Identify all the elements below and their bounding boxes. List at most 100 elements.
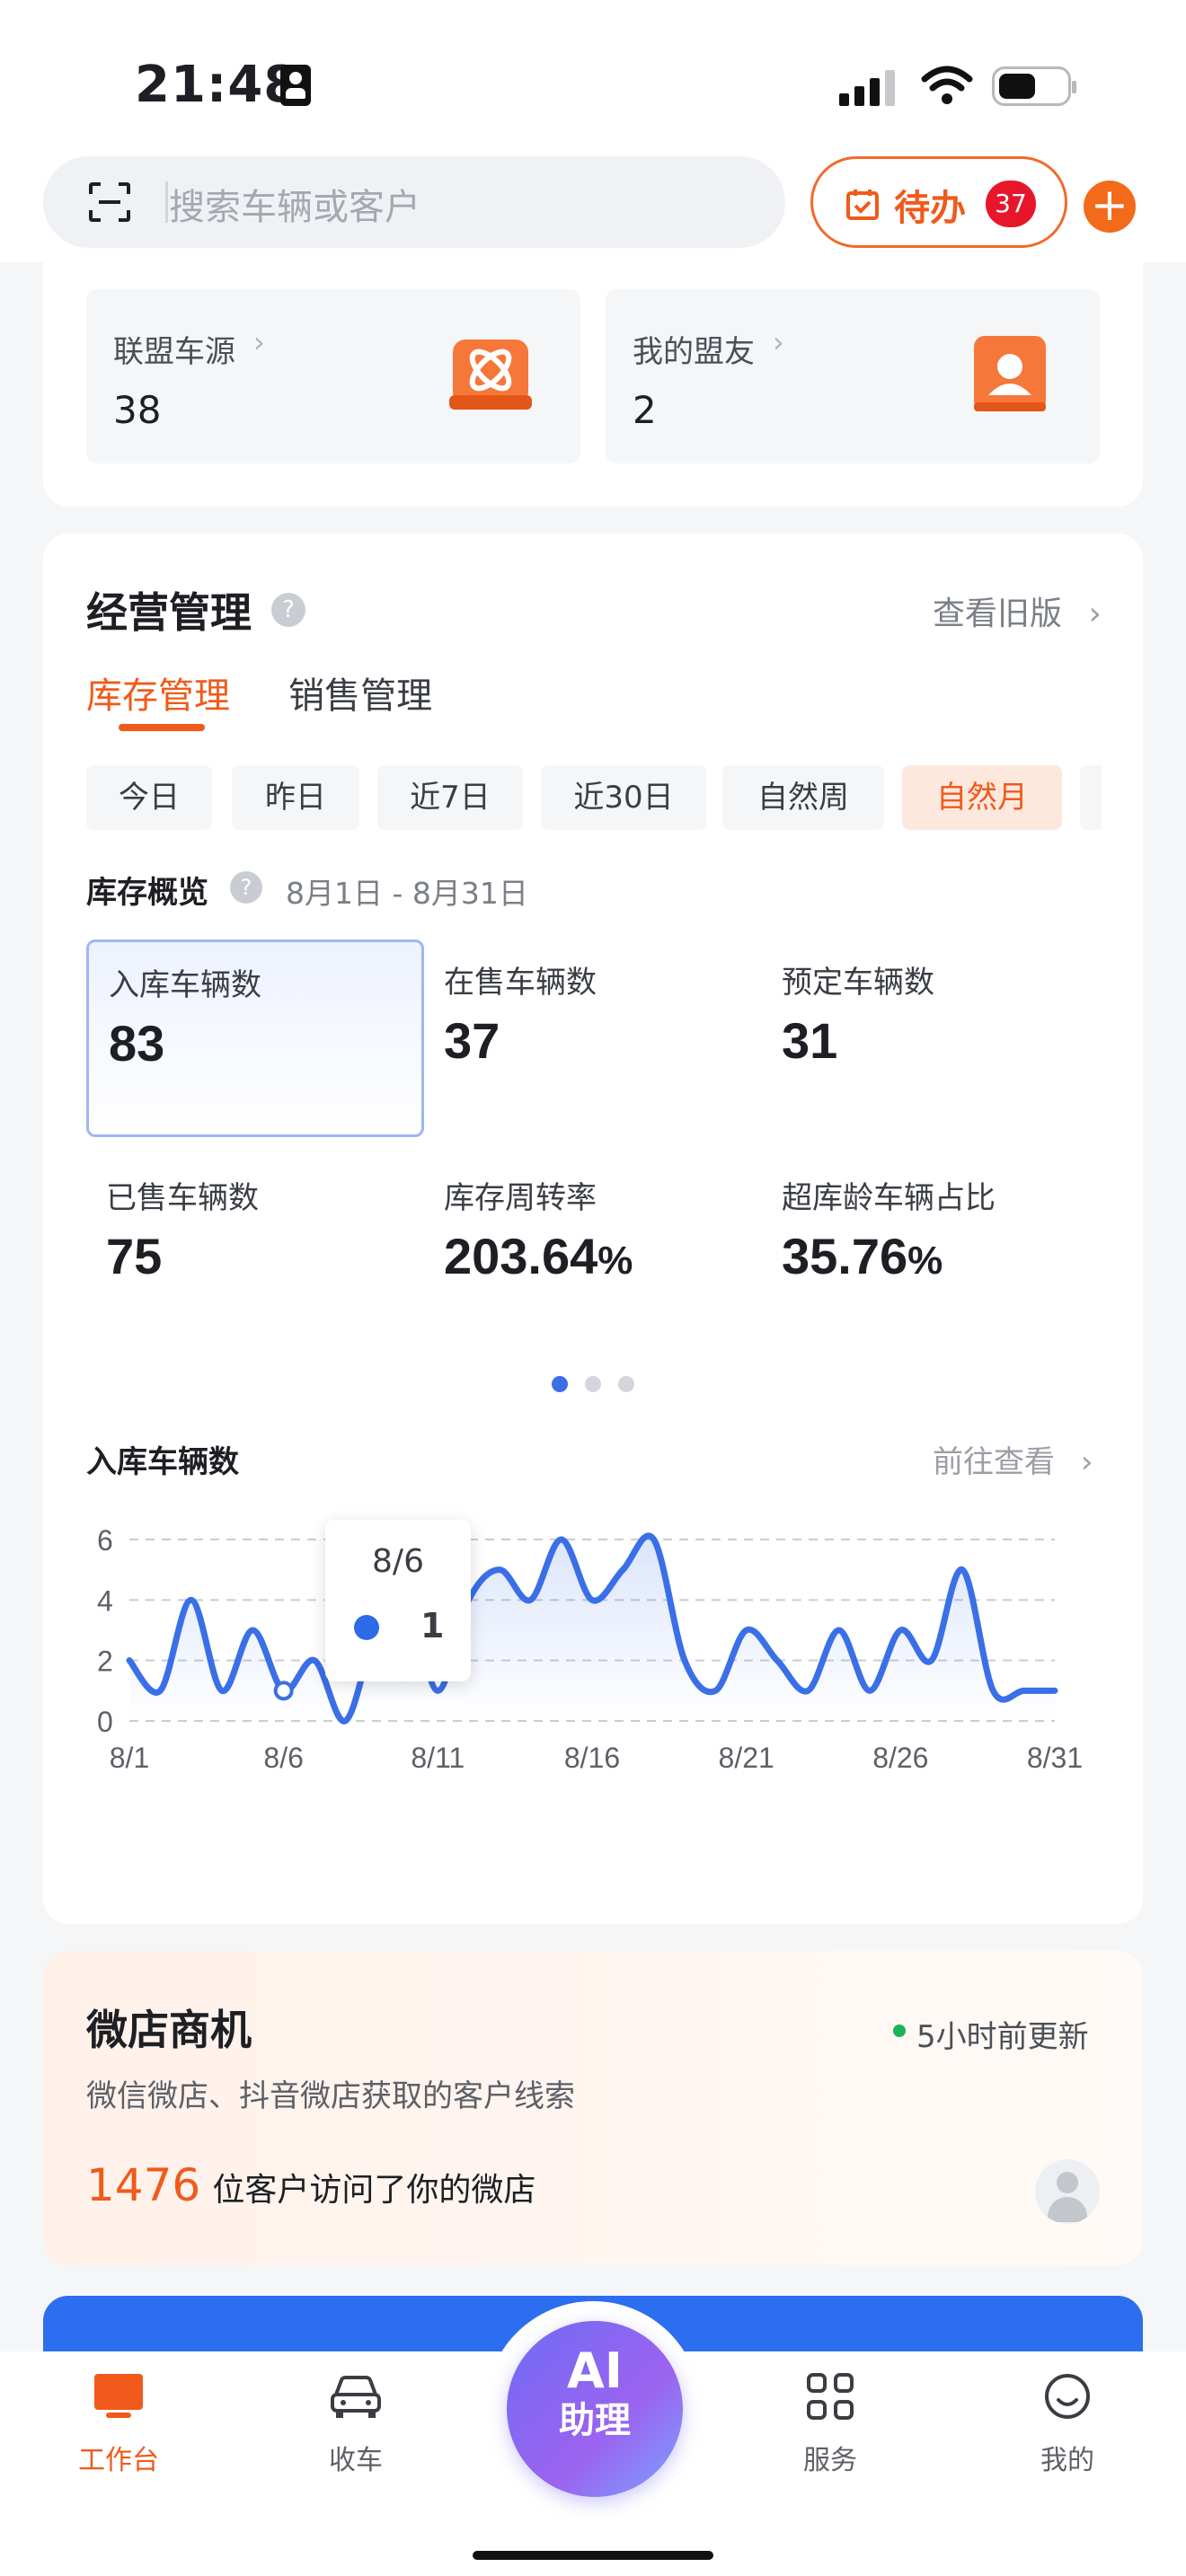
data-point bbox=[1022, 1688, 1027, 1693]
alliance-cars-label: 联盟车源 bbox=[113, 334, 235, 370]
avatar bbox=[1035, 2159, 1100, 2224]
status-bar: 21:48 bbox=[0, 0, 1186, 153]
range-more[interactable] bbox=[1080, 765, 1102, 830]
data-point bbox=[620, 1567, 625, 1573]
y-tick-label: 4 bbox=[97, 1584, 113, 1617]
data-point bbox=[990, 1688, 996, 1693]
calendar-check-icon bbox=[846, 190, 879, 220]
x-tick-label: 8/1 bbox=[110, 1742, 149, 1774]
x-tick-label: 8/16 bbox=[564, 1742, 620, 1774]
metric-reserved-card[interactable]: 预定车辆数 31 bbox=[762, 940, 1100, 1137]
y-tick-label: 6 bbox=[97, 1524, 113, 1557]
metric-label: 超库龄车辆占比 bbox=[782, 1180, 996, 1216]
range-yesterday[interactable]: 昨日 bbox=[232, 765, 359, 830]
data-point bbox=[867, 1688, 872, 1693]
alliance-cars-tile[interactable]: 联盟车源 › 38 bbox=[86, 289, 580, 463]
metric-value: 83 bbox=[109, 1015, 165, 1072]
alliance-card: 联盟车源 › 38 我的盟友 › 2 bbox=[43, 262, 1143, 507]
shop-card[interactable]: 微店商机 5小时前更新 微信微店、抖音微店获取的客户线索 1476 位客户访问了… bbox=[43, 1951, 1143, 2265]
help-icon[interactable]: ? bbox=[230, 871, 262, 904]
my-allies-value: 2 bbox=[633, 388, 657, 432]
data-point bbox=[250, 1628, 255, 1633]
metric-label: 在售车辆数 bbox=[444, 965, 597, 1001]
shop-title: 微店商机 bbox=[86, 2006, 252, 2054]
data-point bbox=[836, 1628, 842, 1633]
scan-icon[interactable] bbox=[88, 181, 131, 223]
series-dot bbox=[354, 1615, 379, 1640]
chevron-right-icon: › bbox=[773, 325, 784, 359]
data-point bbox=[774, 1658, 780, 1663]
shop-updated: 5小时前更新 bbox=[916, 2019, 1089, 2055]
chart-link-label: 前往查看 bbox=[933, 1444, 1055, 1480]
ai-assistant-button[interactable]: AI 助理 bbox=[507, 2321, 683, 2497]
status-time: 21:48 bbox=[135, 56, 300, 114]
metric-in-stock-card[interactable]: 入库车辆数 83 bbox=[86, 940, 424, 1137]
metric-on-sale-card[interactable]: 在售车辆数 37 bbox=[424, 940, 762, 1137]
todo-count-badge: 37 bbox=[986, 181, 1036, 227]
help-icon[interactable]: ? bbox=[271, 593, 305, 627]
my-allies-tile[interactable]: 我的盟友 › 2 bbox=[606, 289, 1100, 463]
ally-user-icon bbox=[974, 336, 1046, 411]
ai-sublabel: 助理 bbox=[559, 2400, 631, 2441]
data-point bbox=[960, 1567, 965, 1573]
metric-label: 已售车辆数 bbox=[106, 1180, 259, 1216]
data-point bbox=[127, 1658, 132, 1663]
data-point bbox=[682, 1658, 687, 1663]
chevron-right-icon: › bbox=[1088, 595, 1102, 632]
data-point bbox=[342, 1718, 348, 1724]
tab-inventory[interactable]: 库存管理 bbox=[86, 675, 230, 717]
x-tick-label: 8/26 bbox=[872, 1742, 928, 1774]
y-tick-label: 0 bbox=[97, 1706, 113, 1738]
data-point bbox=[929, 1658, 934, 1663]
x-tick-label: 8/21 bbox=[719, 1742, 774, 1774]
inventory-line-chart[interactable]: 0 2 4 6 8/1 8/6 8/11 8/16 8/21 8/26 8/31 bbox=[43, 1502, 1143, 1843]
metric-sold-card[interactable]: 已售车辆数 75 bbox=[86, 1155, 424, 1335]
my-allies-label: 我的盟友 bbox=[633, 334, 755, 370]
metric-overage-card[interactable]: 超库龄车辆占比 35.76% bbox=[762, 1155, 1100, 1335]
data-point bbox=[435, 1688, 440, 1693]
range-30-days[interactable]: 近30日 bbox=[541, 765, 706, 830]
tab-buy-car[interactable]: 收车 bbox=[284, 2371, 428, 2477]
old-version-link[interactable]: 查看旧版 › bbox=[933, 587, 1102, 634]
tab-label: 我的 bbox=[1040, 2445, 1094, 2476]
car-source-icon bbox=[449, 340, 532, 410]
x-tick-label: 8/11 bbox=[411, 1742, 465, 1774]
range-today[interactable]: 今日 bbox=[86, 765, 212, 830]
shop-visits: 1476 位客户访问了你的微店 bbox=[86, 2159, 535, 2211]
data-point bbox=[497, 1567, 502, 1573]
tab-services[interactable]: 服务 bbox=[758, 2371, 902, 2477]
add-button[interactable]: + bbox=[1084, 181, 1136, 233]
data-point bbox=[312, 1658, 317, 1663]
range-natural-week[interactable]: 自然周 bbox=[722, 765, 884, 830]
tab-workbench[interactable]: 工作台 bbox=[47, 2371, 190, 2477]
metric-turnover-card[interactable]: 库存周转率 203.64% bbox=[424, 1155, 762, 1335]
data-point bbox=[805, 1688, 810, 1693]
grid-icon bbox=[807, 2373, 854, 2420]
tab-mine[interactable]: 我的 bbox=[996, 2371, 1139, 2477]
tab-label: 服务 bbox=[803, 2445, 857, 2476]
chart-title: 入库车辆数 bbox=[86, 1444, 239, 1480]
search-bar[interactable]: 搜索车辆或客户 bbox=[43, 156, 785, 248]
ai-label: AI bbox=[567, 2342, 623, 2399]
data-point bbox=[589, 1597, 595, 1602]
todo-label: 待办 bbox=[894, 188, 966, 229]
chevron-right-icon: › bbox=[1080, 1444, 1093, 1480]
data-point bbox=[898, 1628, 903, 1633]
business-card: 经营管理 ? 查看旧版 › 库存管理 销售管理 今日 昨日 近7日 近30日 自… bbox=[43, 534, 1143, 1924]
data-point bbox=[559, 1537, 564, 1542]
y-tick-label: 2 bbox=[97, 1645, 113, 1678]
data-point bbox=[1052, 1688, 1058, 1693]
car-icon bbox=[331, 2376, 381, 2418]
shop-subtitle: 微信微店、抖音微店获取的客户线索 bbox=[86, 2078, 575, 2114]
series-area bbox=[129, 1535, 1055, 1722]
tab-sales[interactable]: 销售管理 bbox=[288, 675, 432, 717]
metric-value: 203.64% bbox=[444, 1228, 633, 1284]
signal-icon bbox=[839, 70, 895, 106]
chart-link[interactable]: 前往查看 › bbox=[933, 1437, 1093, 1481]
metric-value: 75 bbox=[106, 1228, 163, 1284]
range-natural-month[interactable]: 自然月 bbox=[902, 765, 1062, 830]
search-input[interactable]: 搜索车辆或客户 bbox=[169, 178, 420, 230]
todo-button[interactable]: 待办 37 bbox=[810, 156, 1067, 248]
tooltip-value: 1 bbox=[420, 1606, 445, 1645]
range-7-days[interactable]: 近7日 bbox=[377, 765, 523, 830]
